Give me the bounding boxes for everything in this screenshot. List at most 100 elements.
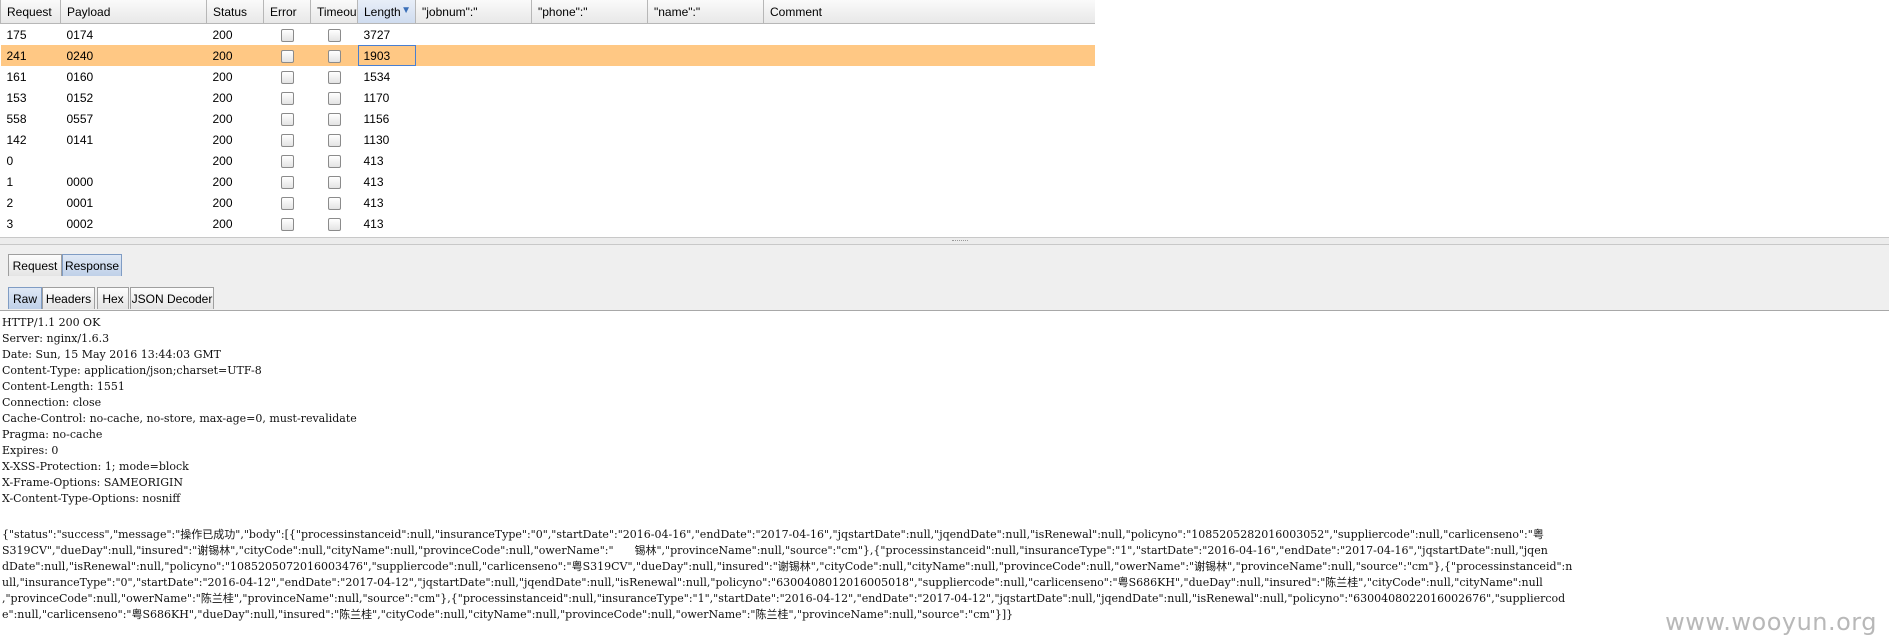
cell-payload: 0557 [66, 111, 94, 126]
cell-request: 153 [6, 90, 27, 105]
error-checkbox[interactable] [280, 112, 294, 126]
cell-name [648, 129, 764, 150]
cell-request: 142 [6, 132, 27, 147]
cell-status: 200 [212, 174, 233, 189]
timeout-checkbox[interactable] [327, 217, 341, 231]
timeout-checkbox[interactable] [327, 112, 341, 126]
cell-length: 1534 [363, 69, 391, 84]
cell-status: 200 [212, 216, 233, 231]
error-checkbox[interactable] [280, 175, 294, 189]
cell-jobnum [416, 24, 532, 46]
tab-json-decoder[interactable]: JSON Decoder [130, 287, 214, 309]
error-checkbox[interactable] [280, 70, 294, 84]
error-checkbox[interactable] [280, 196, 294, 210]
error-checkbox[interactable] [280, 28, 294, 42]
column-header-comment[interactable]: Comment [763, 0, 1095, 24]
cell-error [264, 87, 311, 108]
error-checkbox[interactable] [280, 133, 294, 147]
cell-error [264, 66, 311, 87]
error-checkbox[interactable] [280, 217, 294, 231]
cell-phone [532, 150, 648, 171]
cell-comment [764, 171, 1096, 192]
column-header-status[interactable]: Status [206, 0, 264, 24]
table-row[interactable]: 1 0000 200 413 [1, 171, 1096, 192]
table-row[interactable]: 175 0174 200 3727 [1, 24, 1096, 46]
column-header-timeout[interactable]: Timeout [310, 0, 358, 24]
column-header-length[interactable]: Length ▼ [357, 0, 416, 24]
table-row[interactable]: 142 0141 200 1130 [1, 129, 1096, 150]
cell-error [264, 192, 311, 213]
table-row[interactable]: 0 200 413 [1, 150, 1096, 171]
splitter-grip-icon[interactable] [952, 240, 968, 243]
header-line: Connection: close [2, 396, 102, 409]
cell-request: 161 [6, 69, 27, 84]
table-row[interactable]: 153 0152 200 1170 [1, 87, 1096, 108]
cell-name [648, 66, 764, 87]
column-header-name[interactable]: "name":" [647, 0, 764, 24]
cell-status: 200 [212, 132, 233, 147]
column-header-phone[interactable]: "phone":" [531, 0, 648, 24]
column-header-payload[interactable]: Payload [60, 0, 207, 24]
table-row[interactable]: 2 0001 200 413 [1, 192, 1096, 213]
response-headers: HTTP/1.1 200 OK Server: nginx/1.6.3 Date: … [0, 311, 1889, 507]
header-line: X-Content-Type-Options: nosniff [2, 492, 181, 505]
cell-payload: 0000 [66, 174, 94, 189]
cell-error [264, 171, 311, 192]
column-header-jobnum[interactable]: "jobnum":" [415, 0, 532, 24]
cell-error [264, 108, 311, 129]
table-row[interactable]: 3 0002 200 413 [1, 213, 1096, 234]
cell-timeout [311, 87, 358, 108]
cell-name [648, 150, 764, 171]
cell-length: 1903 [357, 45, 416, 66]
timeout-checkbox[interactable] [327, 196, 341, 210]
header-line: Cache-Control: no-cache, no-store, max-a… [2, 412, 357, 425]
cell-timeout [311, 213, 358, 234]
column-header-error[interactable]: Error [263, 0, 311, 24]
header-line: HTTP/1.1 200 OK [2, 316, 101, 329]
response-view-tabbar: Raw Headers Hex JSON Decoder [0, 277, 1889, 311]
table-row[interactable]: 241 0240 200 1903 [0, 45, 1095, 66]
cell-length: 1130 [363, 132, 390, 147]
tab-request[interactable]: Request [8, 254, 62, 276]
cell-comment [764, 24, 1096, 46]
tab-hex[interactable]: Hex [97, 287, 129, 309]
error-checkbox[interactable] [280, 154, 294, 168]
tab-response[interactable]: Response [62, 254, 122, 276]
timeout-checkbox[interactable] [327, 49, 341, 63]
cell-name [648, 171, 764, 192]
sort-descending-icon: ▼ [401, 5, 411, 16]
cell-status: 200 [212, 27, 233, 42]
table-row[interactable]: 161 0160 200 1534 [1, 66, 1096, 87]
timeout-checkbox[interactable] [327, 175, 341, 189]
cell-comment [764, 129, 1096, 150]
cell-length: 413 [363, 174, 384, 189]
cell-comment [763, 45, 1095, 66]
cell-timeout [311, 150, 358, 171]
error-checkbox[interactable] [280, 49, 294, 63]
results-table: Request Payload Status Error Timeout Len… [0, 0, 1095, 237]
cell-length: 1156 [363, 111, 390, 126]
timeout-checkbox[interactable] [327, 133, 341, 147]
timeout-checkbox[interactable] [327, 154, 341, 168]
cell-error [263, 45, 311, 66]
table-header-row: Request Payload Status Error Timeout Len… [0, 0, 1095, 24]
timeout-checkbox[interactable] [327, 28, 341, 42]
cell-comment [764, 150, 1096, 171]
cell-comment [764, 66, 1096, 87]
cell-phone [531, 45, 648, 66]
table-row[interactable]: 558 0557 200 1156 [1, 108, 1096, 129]
column-header-request[interactable]: Request [0, 0, 61, 24]
raw-response-viewer[interactable]: HTTP/1.1 200 OK Server: nginx/1.6.3 Date: … [0, 311, 1889, 640]
error-checkbox[interactable] [280, 91, 294, 105]
cell-status: 200 [206, 45, 264, 66]
tab-headers[interactable]: Headers [42, 287, 95, 309]
tab-raw[interactable]: Raw [8, 287, 42, 309]
header-line: Pragma: no-cache [2, 428, 103, 441]
timeout-checkbox[interactable] [327, 70, 341, 84]
cell-timeout [311, 192, 358, 213]
timeout-checkbox[interactable] [327, 91, 341, 105]
cell-error [264, 150, 311, 171]
request-response-tabbar: Request Response [0, 245, 1889, 278]
cell-jobnum [416, 192, 532, 213]
pane-splitter[interactable] [0, 237, 1889, 245]
